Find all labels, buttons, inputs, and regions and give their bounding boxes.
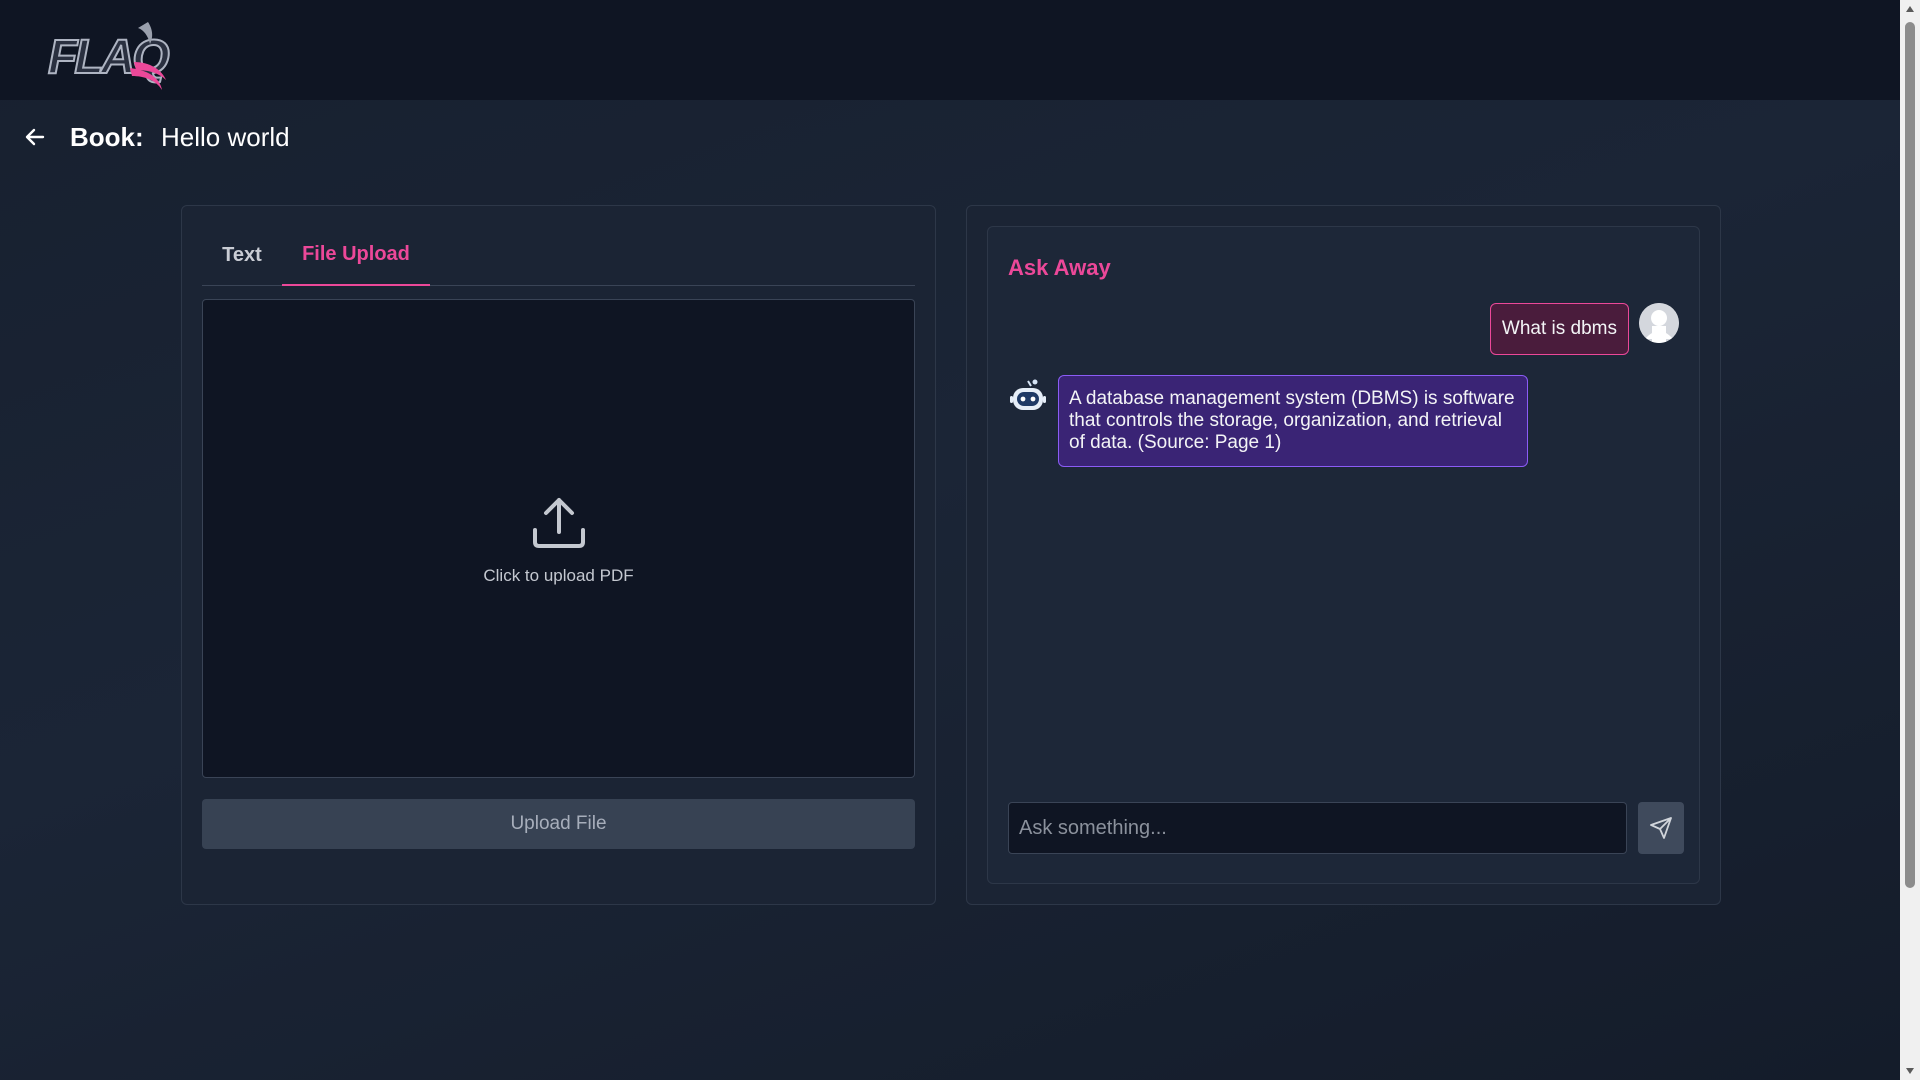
page-scrollbar[interactable] xyxy=(1900,0,1920,1080)
app-logo[interactable]: FLAQ xyxy=(47,18,171,90)
send-icon xyxy=(1650,817,1672,839)
scroll-up-button[interactable] xyxy=(1900,0,1920,18)
book-label: Book: xyxy=(70,122,144,152)
back-button[interactable] xyxy=(20,122,50,152)
content-panel: Text File Upload Click to upload PDF Upl… xyxy=(181,205,936,905)
chat-input[interactable] xyxy=(1008,802,1627,854)
user-avatar-icon xyxy=(1639,303,1679,343)
scroll-thumb[interactable] xyxy=(1905,22,1915,888)
scroll-down-button[interactable] xyxy=(1900,1062,1920,1080)
book-title: Hello world xyxy=(161,122,290,152)
upload-icon xyxy=(533,498,585,548)
user-message: What is dbms xyxy=(1489,303,1629,355)
pdf-dropzone[interactable]: Click to upload PDF xyxy=(202,299,915,778)
chat-title: Ask Away xyxy=(1008,255,1111,280)
bot-message-text: A database management system (DBMS) is s… xyxy=(1069,388,1515,453)
chat-card: Ask Away What is dbms A database managem… xyxy=(987,226,1700,884)
user-message-text: What is dbms xyxy=(1501,318,1617,339)
arrow-left-icon xyxy=(25,128,45,146)
tab-file-upload[interactable]: File Upload xyxy=(282,238,430,286)
caret-down-icon xyxy=(1906,1068,1914,1074)
wing-logo-icon xyxy=(130,22,166,90)
top-bar: FLAQ xyxy=(0,0,1900,100)
caret-up-icon xyxy=(1906,6,1914,12)
robot-icon xyxy=(1008,377,1048,417)
chat-panel: Ask Away What is dbms A database managem… xyxy=(966,205,1721,905)
content-tabs: Text File Upload xyxy=(202,224,915,286)
bot-message: A database management system (DBMS) is s… xyxy=(1058,375,1528,467)
upload-file-button[interactable]: Upload File xyxy=(202,799,915,849)
upload-hint: Click to upload PDF xyxy=(483,566,634,585)
tab-text[interactable]: Text xyxy=(202,238,282,286)
send-button[interactable] xyxy=(1638,802,1684,854)
